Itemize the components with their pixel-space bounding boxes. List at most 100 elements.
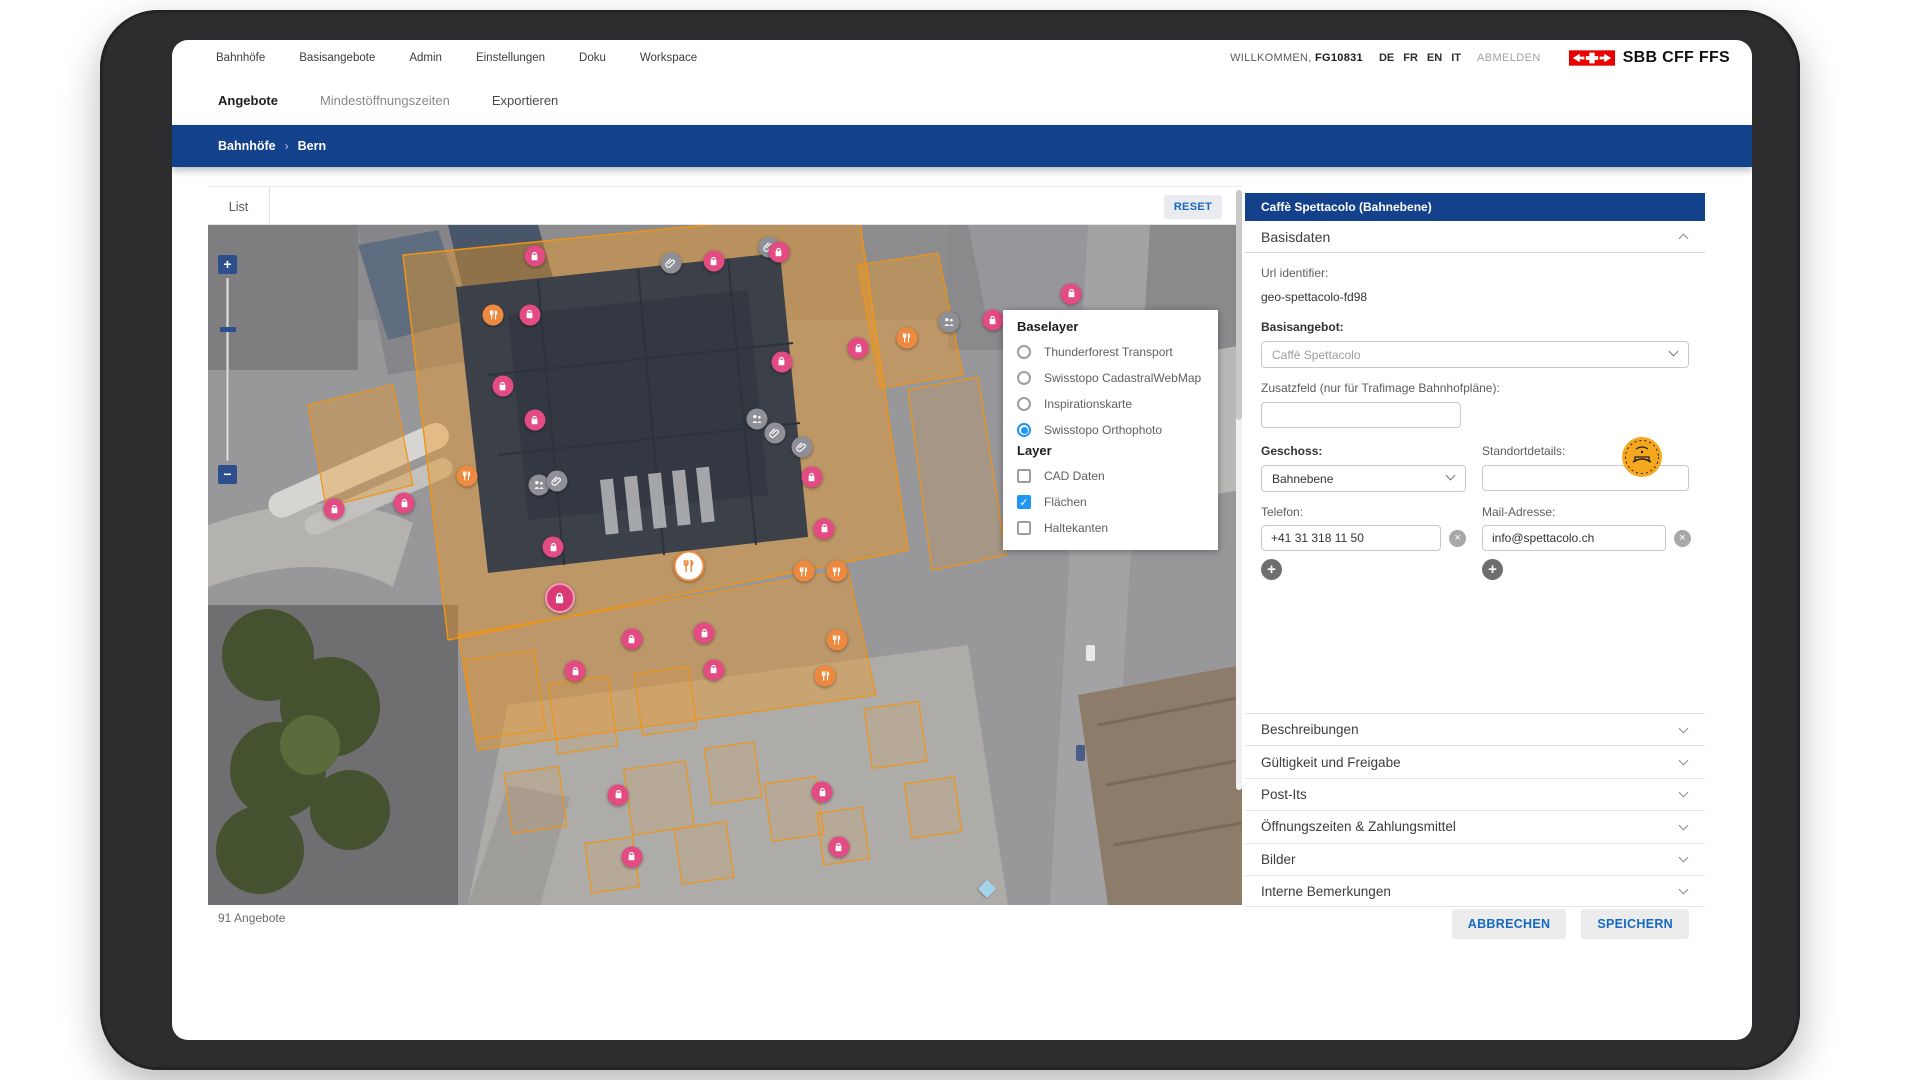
layer-option-cad-daten[interactable]: CAD Daten [1017, 463, 1218, 489]
map-marker-shop[interactable] [982, 310, 1003, 331]
map-marker-shop[interactable] [543, 537, 564, 558]
add-telefon-button[interactable]: + [1261, 559, 1282, 580]
map-marker-shop[interactable] [694, 623, 715, 644]
section-interne-bemerkungen[interactable]: Interne Bemerkungen [1245, 875, 1705, 907]
map-marker-restaurant[interactable] [483, 304, 504, 325]
basisangebot-select[interactable]: Caffè Spettacolo [1261, 341, 1689, 368]
checkbox-icon[interactable] [1017, 469, 1031, 483]
tab-exportieren[interactable]: Exportieren [492, 93, 558, 108]
map-marker-shop[interactable] [812, 782, 833, 803]
sbb-flag-icon [1569, 50, 1615, 66]
baselayer-option-cadastral[interactable]: Swisstopo CadastralWebMap [1017, 365, 1218, 391]
section-basisdaten[interactable]: Basisdaten [1245, 221, 1705, 253]
top-navigation: Bahnhöfe Basisangebote Admin Einstellung… [172, 40, 1752, 76]
geschoss-select[interactable]: Bahnebene [1261, 465, 1466, 492]
map-marker-meeting-point[interactable] [528, 474, 549, 495]
map-marker-shop[interactable] [703, 659, 724, 680]
map-marker-shop[interactable] [828, 837, 849, 858]
layer-option-flaechen[interactable]: ✓ Flächen [1017, 489, 1218, 515]
layer-option-haltekanten[interactable]: Haltekanten [1017, 515, 1218, 541]
lang-de[interactable]: DE [1379, 52, 1394, 64]
map-marker-shop[interactable] [771, 351, 792, 372]
map-marker-shop-large[interactable] [545, 583, 575, 613]
checkbox-icon[interactable] [1017, 521, 1031, 535]
map-marker-shop[interactable] [1061, 283, 1082, 304]
url-identifier-value: geo-spettacolo-fd98 [1261, 290, 1689, 304]
section-bilder[interactable]: Bilder [1245, 843, 1705, 875]
map-marker-restaurant[interactable] [896, 327, 917, 348]
tab-angebote[interactable]: Angebote [218, 93, 278, 108]
section-beschreibungen[interactable]: Beschreibungen [1245, 713, 1705, 745]
map-marker-shop[interactable] [608, 784, 629, 805]
map-marker-shop[interactable] [524, 410, 545, 431]
map-marker-shop[interactable] [703, 251, 724, 272]
tab-list[interactable]: List [208, 187, 270, 226]
clear-telefon-button[interactable]: × [1449, 530, 1466, 547]
add-mail-button[interactable]: + [1482, 559, 1503, 580]
map-marker-attachment[interactable] [791, 436, 812, 457]
chevron-up-icon[interactable] [1679, 234, 1689, 244]
radio-selected-icon[interactable] [1017, 423, 1031, 437]
baselayer-title: Baselayer [1017, 319, 1218, 334]
zoom-in-button[interactable]: + [218, 255, 237, 274]
zusatzfeld-input[interactable] [1261, 402, 1461, 428]
map-marker-attachment[interactable] [661, 253, 682, 274]
panel-scrollbar-thumb[interactable] [1236, 190, 1242, 420]
tab-mindestoeffnungszeiten[interactable]: Mindestöffnungszeiten [320, 93, 450, 108]
baselayer-option-orthophoto[interactable]: Swisstopo Orthophoto [1017, 417, 1218, 443]
map-marker-shop[interactable] [621, 846, 642, 867]
save-button[interactable]: SPEICHERN [1581, 909, 1689, 939]
map-marker-meeting-point[interactable] [747, 408, 768, 429]
map-marker-attachment[interactable] [764, 423, 785, 444]
lang-fr[interactable]: FR [1403, 52, 1418, 64]
zoom-out-button[interactable]: − [218, 465, 237, 484]
clear-mail-button[interactable]: × [1674, 530, 1691, 547]
map-marker-shop[interactable] [848, 338, 869, 359]
map-marker-shop[interactable] [524, 246, 545, 267]
map-canvas[interactable]: + − Baselayer Thunderforest Transport Sw… [208, 225, 1242, 905]
map-marker-shop[interactable] [394, 493, 415, 514]
map-marker-restaurant[interactable] [826, 561, 847, 582]
telefon-input[interactable] [1261, 525, 1441, 551]
map-marker-shop[interactable] [492, 376, 513, 397]
map-marker-restaurant-selected[interactable] [673, 550, 704, 581]
breadcrumb-bahnhoefe[interactable]: Bahnhöfe [218, 139, 276, 153]
map-marker-restaurant[interactable] [793, 561, 814, 582]
nav-item-admin[interactable]: Admin [409, 52, 442, 64]
nav-item-workspace[interactable]: Workspace [640, 52, 697, 64]
section-gueltigkeit-und-freigabe[interactable]: Gültigkeit und Freigabe [1245, 745, 1705, 777]
zoom-slider-thumb[interactable] [220, 327, 236, 332]
breadcrumb-bern[interactable]: Bern [298, 139, 326, 153]
logout-link[interactable]: ABMELDEN [1477, 52, 1541, 64]
map-marker-restaurant[interactable] [456, 465, 477, 486]
map-marker-shop[interactable] [621, 629, 642, 650]
map-marker-shop[interactable] [814, 518, 835, 539]
radio-icon[interactable] [1017, 371, 1031, 385]
nav-item-basisangebote[interactable]: Basisangebote [299, 52, 375, 64]
caffe-spettacolo-badge [1621, 436, 1663, 483]
baselayer-option-inspirationskarte[interactable]: Inspirationskarte [1017, 391, 1218, 417]
baselayer-option-thunderforest[interactable]: Thunderforest Transport [1017, 339, 1218, 365]
map-marker-shop[interactable] [768, 242, 789, 263]
radio-icon[interactable] [1017, 345, 1031, 359]
map-marker-restaurant[interactable] [826, 629, 847, 650]
cancel-button[interactable]: ABBRECHEN [1452, 909, 1567, 939]
mail-input[interactable] [1482, 525, 1666, 551]
map-marker-restaurant[interactable] [815, 665, 836, 686]
section-post-its[interactable]: Post-Its [1245, 778, 1705, 810]
radio-icon[interactable] [1017, 397, 1031, 411]
lang-en[interactable]: EN [1427, 52, 1442, 64]
nav-item-doku[interactable]: Doku [579, 52, 606, 64]
nav-item-einstellungen[interactable]: Einstellungen [476, 52, 545, 64]
map-marker-shop[interactable] [565, 661, 586, 682]
lang-it[interactable]: IT [1451, 52, 1461, 64]
map-marker-shop[interactable] [519, 304, 540, 325]
reset-button[interactable]: RESET [1164, 195, 1222, 219]
map-marker-shop[interactable] [324, 499, 345, 520]
section-oeffnungszeiten-zahlungsmittel[interactable]: Öffnungszeiten & Zahlungsmittel [1245, 810, 1705, 842]
map-marker-shop[interactable] [801, 467, 822, 488]
checkbox-checked-icon[interactable]: ✓ [1017, 495, 1031, 509]
map-marker-attachment[interactable] [547, 470, 568, 491]
nav-item-bahnhoefe[interactable]: Bahnhöfe [216, 52, 265, 64]
map-marker-meeting-point[interactable] [939, 312, 960, 333]
